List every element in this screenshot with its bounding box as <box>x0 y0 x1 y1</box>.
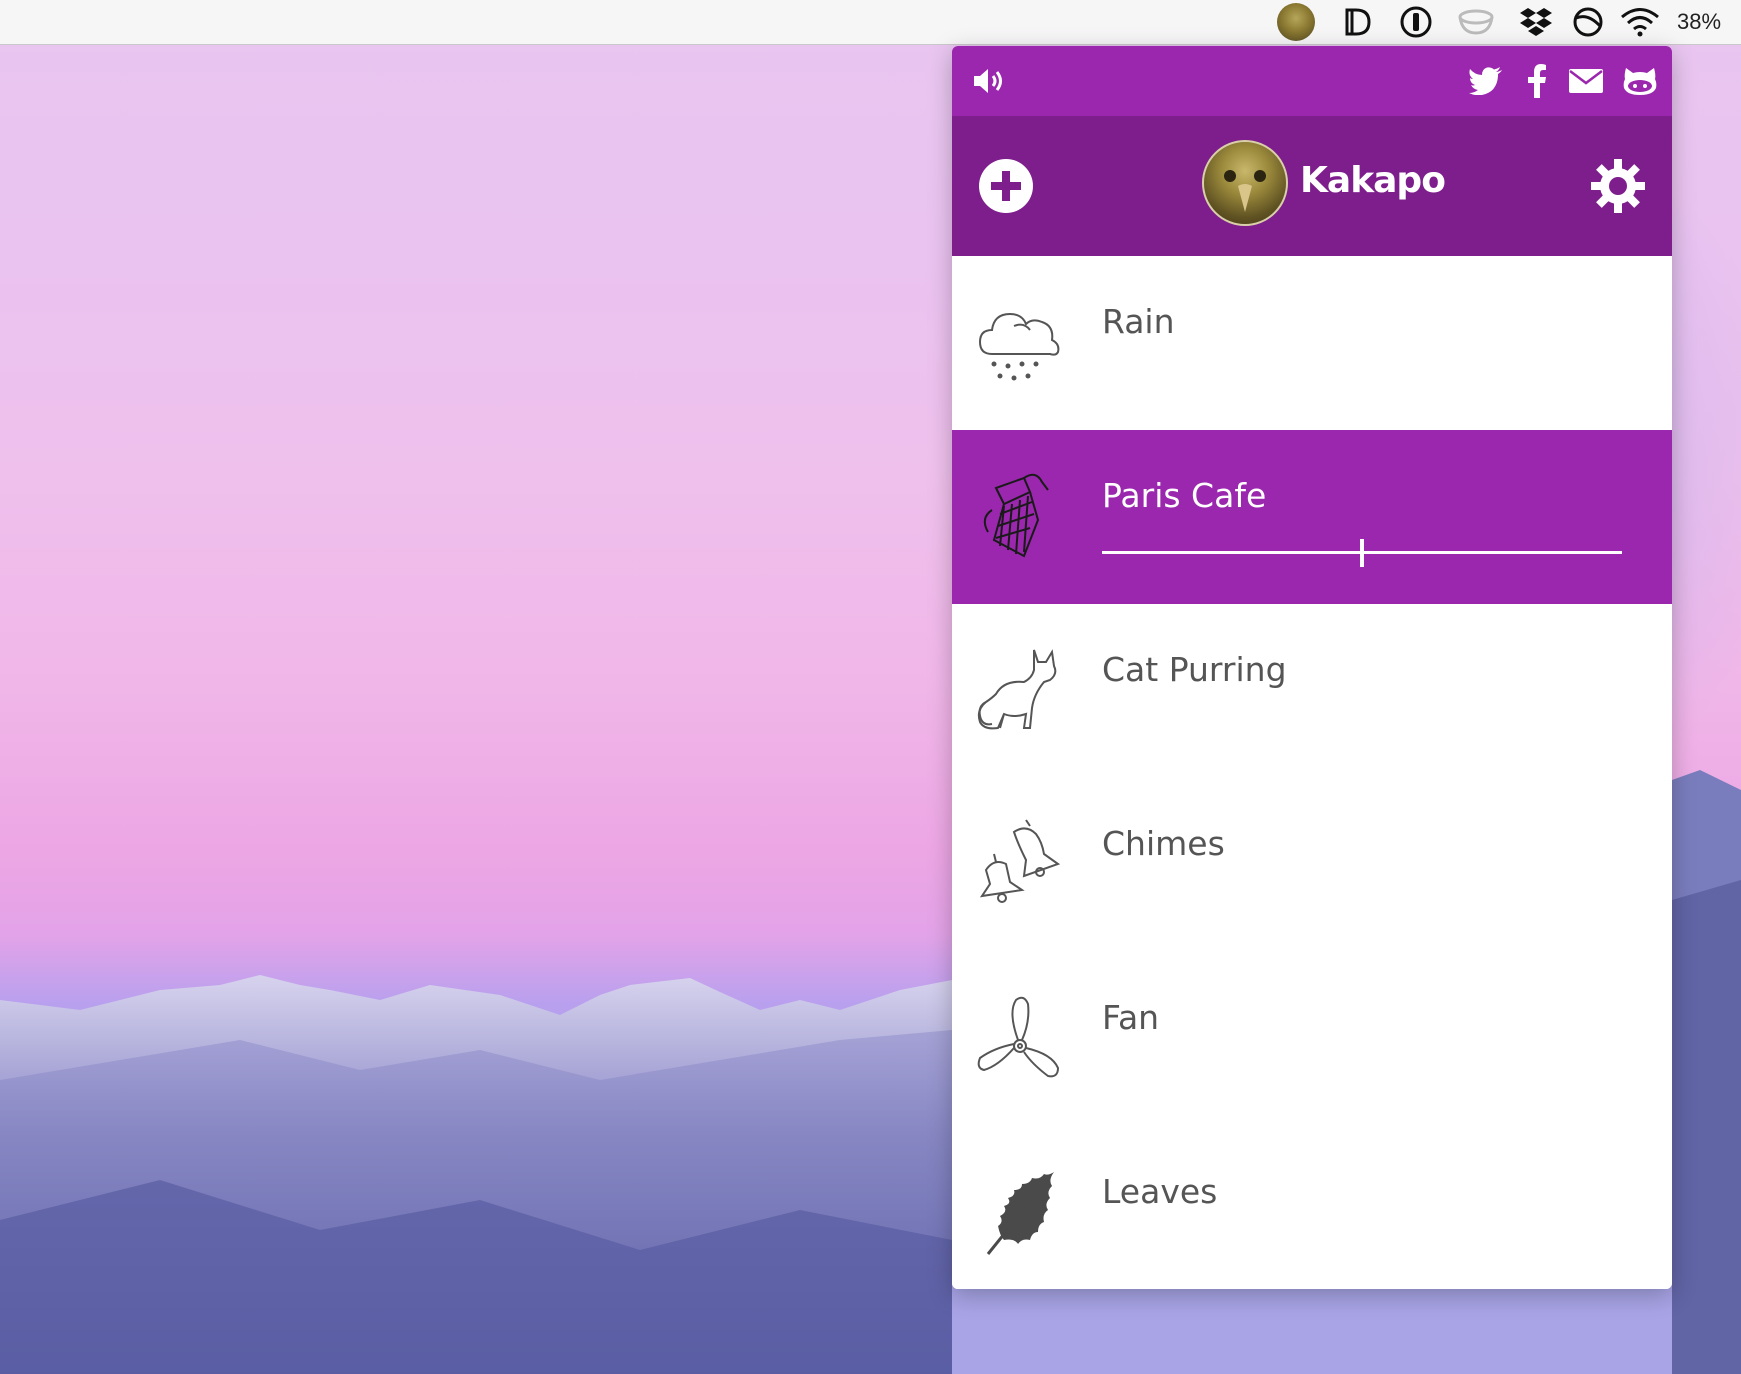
noizio-popover: Kakapo Rain Paris Cafe Cat Purring Chime… <box>952 46 1672 1289</box>
sound-row-cat-purring[interactable]: Cat Purring <box>952 604 1672 778</box>
twitter-icon[interactable] <box>1466 64 1506 98</box>
slider-thumb[interactable] <box>1360 539 1364 567</box>
facebook-icon[interactable] <box>1520 64 1554 98</box>
sound-list: Rain Paris Cafe Cat Purring Chimes Fan L… <box>952 256 1672 1289</box>
sound-label: Paris Cafe <box>1102 476 1267 515</box>
coffee-pot-icon <box>974 470 1066 562</box>
sound-row-leaves[interactable]: Leaves <box>952 1126 1672 1289</box>
profile-header: Kakapo <box>952 116 1672 256</box>
coffee-cup-icon[interactable] <box>1456 4 1500 40</box>
add-sound-button[interactable] <box>978 158 1034 214</box>
volume-slider[interactable] <box>1102 538 1622 568</box>
kakapo-avatar[interactable] <box>1277 3 1315 41</box>
github-icon[interactable] <box>1620 64 1660 98</box>
bells-icon <box>974 818 1066 910</box>
sound-row-chimes[interactable]: Chimes <box>952 778 1672 952</box>
sound-label: Chimes <box>1102 824 1225 863</box>
rain-cloud-icon <box>974 296 1066 388</box>
sound-label: Rain <box>1102 302 1175 341</box>
d-icon[interactable] <box>1338 4 1378 40</box>
sync-icon[interactable] <box>1568 4 1608 40</box>
sound-row-rain[interactable]: Rain <box>952 256 1672 430</box>
top-toolbar <box>952 46 1672 116</box>
leaf-icon <box>974 1166 1066 1258</box>
battery-percentage[interactable]: 38% <box>1669 4 1729 40</box>
volume-icon[interactable] <box>972 66 1008 96</box>
1password-icon[interactable] <box>1396 4 1436 40</box>
username: Kakapo <box>1300 160 1446 201</box>
dropbox-icon[interactable] <box>1516 4 1556 40</box>
fan-icon <box>974 992 1066 1084</box>
sound-label: Fan <box>1102 998 1160 1037</box>
profile-avatar[interactable] <box>1202 140 1288 226</box>
mail-icon[interactable] <box>1566 64 1606 98</box>
sound-row-fan[interactable]: Fan <box>952 952 1672 1126</box>
wifi-icon[interactable] <box>1618 4 1662 40</box>
mac-menu-bar: 38% <box>0 0 1741 45</box>
sound-label: Leaves <box>1102 1172 1218 1211</box>
sound-row-paris-cafe[interactable]: Paris Cafe <box>952 430 1672 604</box>
settings-gear-icon[interactable] <box>1588 156 1648 216</box>
sound-label: Cat Purring <box>1102 650 1287 689</box>
cat-icon <box>974 644 1066 736</box>
